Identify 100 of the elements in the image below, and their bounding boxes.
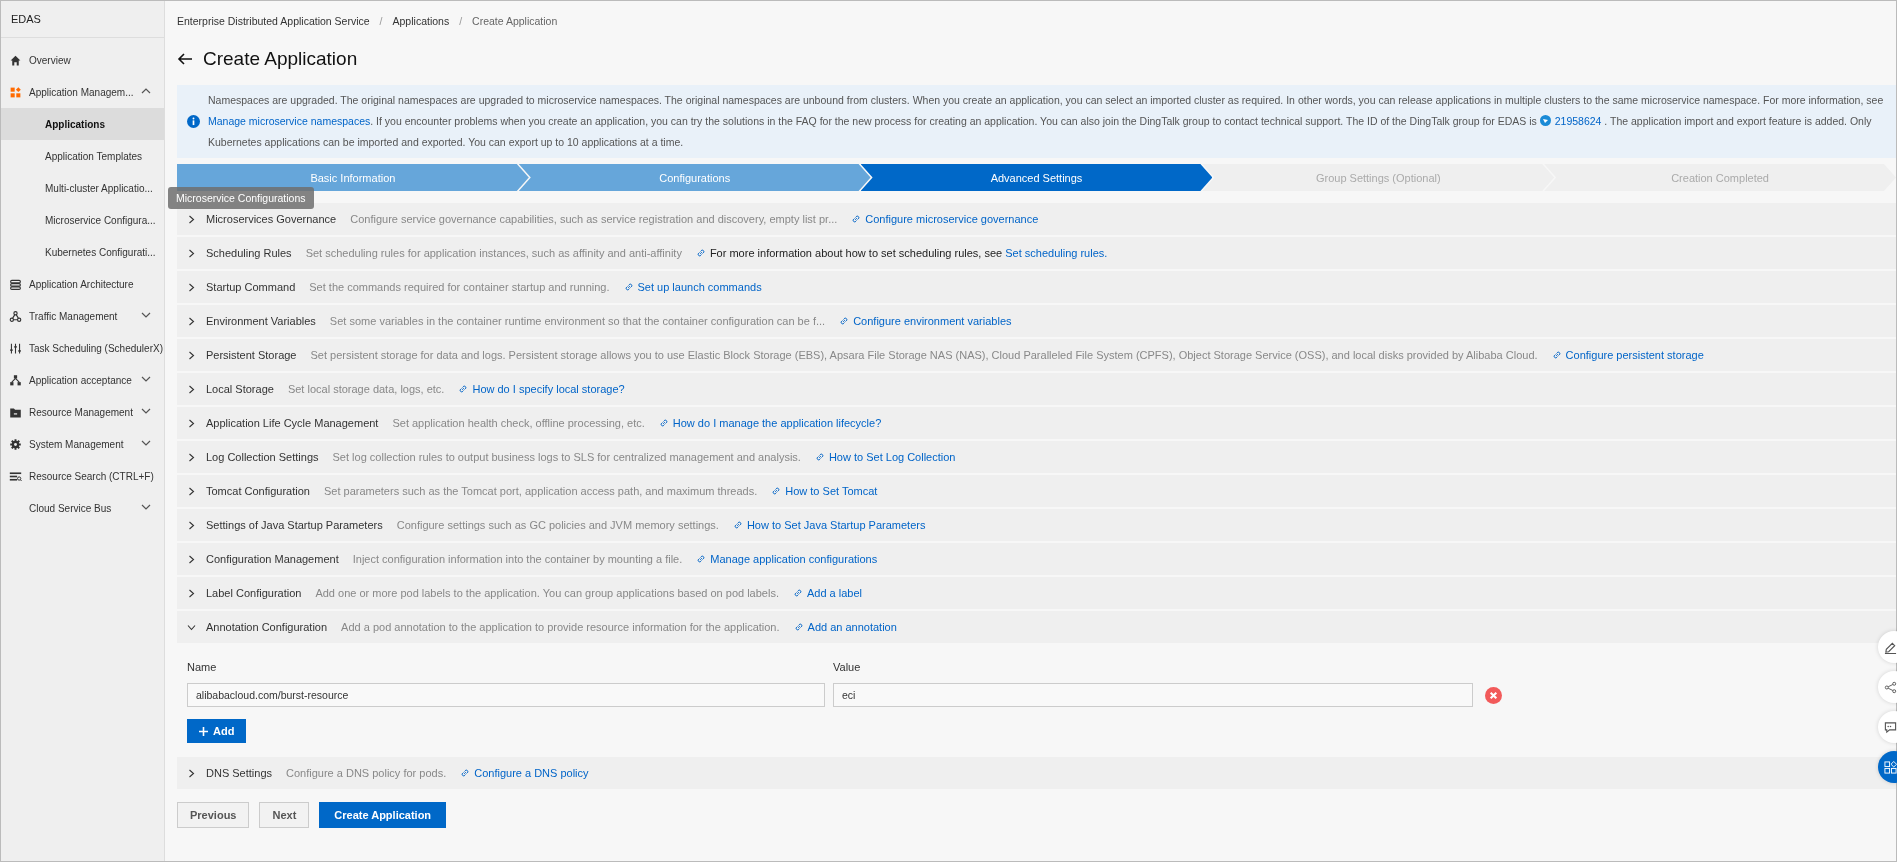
help-link[interactable]: How to Set Java Startup Parameters — [746, 519, 926, 531]
plus-icon — [199, 726, 208, 736]
breadcrumb-separator: / — [459, 15, 463, 27]
chat-icon — [1539, 115, 1551, 126]
help-link[interactable]: How do I manage the application lifecycle? — [672, 417, 882, 429]
column-header: Name — [187, 660, 218, 675]
step: Advanced Settings — [860, 164, 1213, 191]
help-text: For more information about how to set scheduling rules, see Set scheduling rules. — [709, 247, 1108, 259]
chevron-right-icon — [187, 316, 196, 326]
collapse-panel-header[interactable]: Microservices Governance Configure service governance capabilities, such as service registration and discovery, empty list pr... Configure microservice governance — [177, 203, 1896, 235]
chevron-right-icon — [187, 248, 196, 258]
section-description: Configure settings such as GC policies and JVM memory settings. — [396, 519, 719, 531]
chevron-right-icon — [187, 554, 196, 564]
collapse-panel-header[interactable] — [177, 339, 1896, 371]
sidebar-item[interactable]: Task Scheduling (SchedulerX) — [1, 332, 164, 364]
add-button[interactable]: Add — [187, 719, 247, 743]
section-title: Annotation Configuration — [206, 621, 328, 633]
link-icon — [732, 520, 743, 530]
page-title: Create Application — [203, 48, 358, 70]
help-link[interactable]: How to Set Log Collection — [828, 451, 956, 463]
sidebar-item[interactable]: Kubernetes Configurati... — [1, 236, 164, 268]
link-icon — [658, 418, 669, 428]
help-link[interactable]: How do I specify local storage? — [472, 383, 625, 395]
help-link[interactable]: Set up launch commands — [637, 281, 762, 293]
chevron-right-icon — [187, 768, 196, 778]
link-icon — [460, 768, 471, 778]
collapse-panel-header[interactable]: Scheduling Rules Set scheduling rules for application instances, such as affinity and anti-affinity For more information about how to set scheduling rules, see Set scheduling rules. — [177, 237, 1896, 269]
section-title: DNS Settings — [206, 767, 273, 779]
breadcrumb-link[interactable]: Enterprise Distributed Application Service — [177, 15, 370, 27]
link-icon — [1551, 350, 1562, 360]
step: Group Settings (Optional) — [1202, 164, 1555, 191]
sidebar-item[interactable]: Resource Management — [1, 396, 164, 428]
help-link[interactable]: How to Set Tomcat — [785, 485, 878, 497]
create-button[interactable]: Create Application — [319, 802, 447, 828]
section-description: Add a pod annotation to the application to provide resource information for the application. — [341, 621, 780, 633]
sidebar-item[interactable]: Cloud Service Bus — [1, 492, 164, 524]
sidebar-item[interactable]: Application Managem... — [1, 76, 164, 108]
section-description: Set log collection rules to output business logs to SLS for centralized management and analysis. — [332, 451, 801, 463]
remove-icon[interactable] — [1485, 686, 1502, 704]
collapse-panel-header[interactable]: Tomcat Configuration Set parameters such as the Tomcat port, application access path, and maximum threads. How to Set Tomcat — [177, 475, 1896, 507]
help-link[interactable]: Configure microservice governance — [865, 213, 1039, 225]
section-description: Set scheduling rules for application instances, such as affinity and anti-affinity — [305, 247, 682, 259]
collapse-panel-header[interactable]: Settings of Java Startup Parameters Configure settings such as GC policies and JVM memory settings. How to Set Java Startup Parameters — [177, 509, 1896, 541]
collapse-panel-header[interactable]: Environment Variables Set some variables in the container runtime environment so that the container configuration can be f... Configure environment variables — [177, 305, 1896, 337]
section-title: Settings of Java Startup Parameters — [206, 519, 383, 531]
help-link[interactable]: Add an annotation — [807, 621, 897, 633]
chevron-right-icon — [187, 384, 196, 394]
value-field[interactable]: eci — [833, 683, 1473, 707]
sidebar-item[interactable]: System Management — [1, 428, 164, 460]
section-title: Persistent Storage — [206, 349, 297, 361]
help-link[interactable]: Add a label — [806, 587, 862, 599]
help-link[interactable]: Manage application configurations — [710, 553, 878, 565]
collapse-panel-header[interactable]: Local Storage Set local storage data, logs, etc. How do I specify local storage? — [177, 373, 1896, 405]
sidebar-item[interactable]: Traffic Management — [1, 300, 164, 332]
nav-icon — [9, 85, 22, 99]
collapse-panel-header[interactable]: Log Collection Settings Set log collection rules to output business logs to SLS for centralized management and analysis. How to Set Log Collection — [177, 441, 1896, 473]
section-description: Set the commands required for container startup and running. — [309, 281, 610, 293]
collapse-panel-header[interactable]: Startup Command Set the commands required for container startup and running. Set up launch commands — [177, 271, 1896, 303]
collapse-panel-header[interactable]: Annotation Configuration Add a pod annotation to the application to provide resource information for the application. Add an annotation — [177, 611, 1896, 643]
nav-button[interactable]: Previous — [177, 802, 250, 828]
sidebar-item[interactable]: Applications — [1, 108, 164, 140]
sidebar-item[interactable]: Multi-cluster Applicatio... — [1, 172, 164, 204]
section-title: Label Configuration — [206, 587, 302, 599]
breadcrumb-item: Create Application — [472, 15, 558, 27]
sidebar-item[interactable]: Resource Search (CTRL+F) — [1, 460, 164, 492]
chevron-right-icon — [187, 452, 196, 462]
section-description: Set local storage data, logs, etc. — [287, 383, 445, 395]
brand-title: EDAS — [1, 1, 164, 38]
chevron-right-icon — [187, 350, 196, 360]
collapse-panel-header[interactable]: DNS Settings Configure a DNS policy for pods. Configure a DNS policy — [177, 757, 1896, 789]
link-icon — [696, 554, 707, 564]
notice-text: Namespaces are upgraded. The original namespaces are upgraded to microservice namespaces. The original namespaces are unbound from clusters. When you create an application, you can select an imported cluster as required. In other words, you can release applications in multiple clusters to the same microservice namespace. For more information, see Manage microservice namespaces. If you encounter problems when you create an application, you can try the solutions in the FAQ for the new process for creating an application. You can also join the DingTalk group to contact technical support. The ID of the DingTalk group for EDAS is 21958624 . The application import and export feature is added. Only Kubernetes applications can be imported and exported. You can export up to 10 applications at a time. — [208, 93, 1884, 150]
nav-icon — [9, 469, 22, 483]
collapse-panel-header[interactable]: Label Configuration Add one or more pod labels to the application. You can group applications based on pod labels. Add a label — [177, 577, 1896, 609]
group-id-link[interactable]: 21958624 — [1554, 111, 1602, 132]
sidebar-item[interactable]: Application acceptance — [1, 364, 164, 396]
section-title: Local Storage — [206, 383, 274, 395]
collapse-panel-header[interactable]: Configuration Management Inject configuration information into the container by mounting a file. Manage application configurations — [177, 543, 1896, 575]
name-field[interactable]: alibabacloud.com/burst-resource — [187, 683, 825, 707]
tooltip: Microservice Configurations — [168, 187, 314, 209]
help-link[interactable]: Configure persistent storage — [1565, 349, 1704, 361]
help-link[interactable]: Configure environment variables — [853, 315, 1012, 327]
nav-button[interactable]: Next — [259, 802, 310, 828]
help-link[interactable]: Configure a DNS policy — [474, 767, 589, 779]
sidebar-item[interactable]: Overview — [1, 44, 164, 76]
back-arrow-icon[interactable] — [177, 52, 193, 66]
chevron-right-icon — [187, 282, 196, 292]
breadcrumb-link[interactable]: Applications — [392, 15, 450, 27]
collapse-panel-header[interactable]: Application Life Cycle Management Set application health check, offline processing, etc. How do I manage the application lifecycle? — [177, 407, 1896, 439]
section-description: Configure service governance capabilities, such as service registration and discovery, empty list pr... — [350, 213, 838, 225]
section-title: Environment Variables — [206, 315, 316, 327]
help-link[interactable]: Set scheduling rules. — [1005, 247, 1108, 259]
step: Configurations — [518, 164, 871, 191]
section-description: Inject configuration information into the container by mounting a file. — [352, 553, 683, 565]
chevron-right-icon — [187, 418, 196, 428]
sidebar-item[interactable]: Application Templates — [1, 140, 164, 172]
sidebar-item[interactable]: Microservice Configura... — [1, 204, 164, 236]
sidebar-item[interactable]: Application Architecture — [1, 268, 164, 300]
info-icon — [187, 115, 200, 128]
nav-icon — [9, 405, 22, 419]
